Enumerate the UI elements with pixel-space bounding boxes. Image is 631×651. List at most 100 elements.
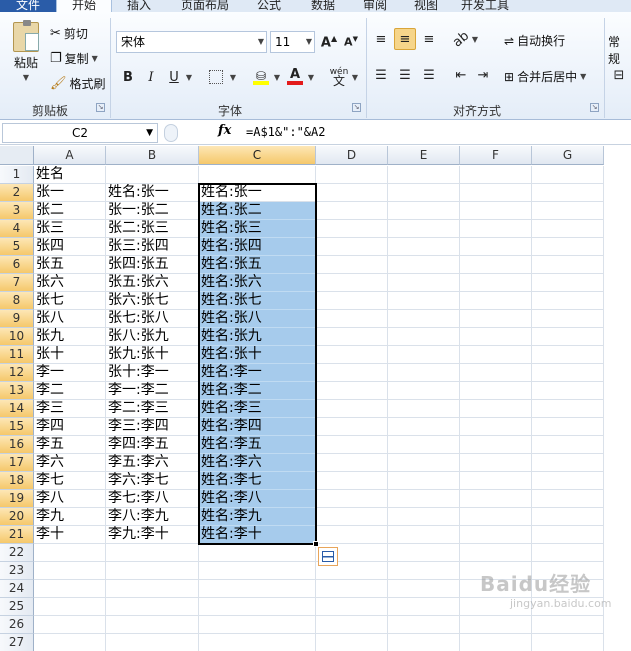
cell-b2[interactable]: 姓名:张一 xyxy=(106,184,199,202)
column-header-a[interactable]: A xyxy=(34,146,106,165)
paste-button[interactable]: 粘贴 ▼ xyxy=(8,20,44,82)
row-header-24[interactable]: 24 xyxy=(0,580,34,598)
align-center-button[interactable]: ☰ xyxy=(394,64,416,86)
cell-e8[interactable] xyxy=(388,292,460,310)
cell-b3[interactable]: 张一:张二 xyxy=(106,202,199,220)
cell-c12[interactable]: 姓名:李一 xyxy=(199,364,316,382)
cell-a22[interactable] xyxy=(34,544,106,562)
cell-g26[interactable] xyxy=(532,616,604,634)
cell-d13[interactable] xyxy=(316,382,388,400)
cell-e22[interactable] xyxy=(388,544,460,562)
cell-b21[interactable]: 李九:李十 xyxy=(106,526,199,544)
row-header-6[interactable]: 6 xyxy=(0,256,34,274)
cell-g8[interactable] xyxy=(532,292,604,310)
cell-e18[interactable] xyxy=(388,472,460,490)
cell-c16[interactable]: 姓名:李五 xyxy=(199,436,316,454)
fill-color-button[interactable]: ⛁ xyxy=(250,66,272,88)
cell-g20[interactable] xyxy=(532,508,604,526)
cell-c8[interactable]: 姓名:张七 xyxy=(199,292,316,310)
row-header-26[interactable]: 26 xyxy=(0,616,34,634)
cell-a19[interactable]: 李八 xyxy=(34,490,106,508)
cell-e27[interactable] xyxy=(388,634,460,651)
row-header-4[interactable]: 4 xyxy=(0,220,34,238)
cell-b24[interactable] xyxy=(106,580,199,598)
row-header-18[interactable]: 18 xyxy=(0,472,34,490)
font-color-button[interactable]: A xyxy=(284,66,306,88)
cell-c4[interactable]: 姓名:张三 xyxy=(199,220,316,238)
cell-a2[interactable]: 张一 xyxy=(34,184,106,202)
cell-e15[interactable] xyxy=(388,418,460,436)
cell-a4[interactable]: 张三 xyxy=(34,220,106,238)
cell-a6[interactable]: 张五 xyxy=(34,256,106,274)
wrap-text-button[interactable]: ⇌ 自动换行 xyxy=(504,32,565,49)
row-header-8[interactable]: 8 xyxy=(0,292,34,310)
cell-d14[interactable] xyxy=(316,400,388,418)
cell-g22[interactable] xyxy=(532,544,604,562)
row-header-17[interactable]: 17 xyxy=(0,454,34,472)
cell-c21[interactable]: 姓名:李十 xyxy=(199,526,316,544)
cell-c23[interactable] xyxy=(199,562,316,580)
cell-e1[interactable] xyxy=(388,166,460,184)
phonetic-dropdown[interactable]: ▼ xyxy=(350,66,360,88)
row-header-9[interactable]: 9 xyxy=(0,310,34,328)
format-painter-button[interactable]: 🖌 格式刷 xyxy=(50,75,106,92)
cell-d8[interactable] xyxy=(316,292,388,310)
cell-g18[interactable] xyxy=(532,472,604,490)
cell-e20[interactable] xyxy=(388,508,460,526)
cell-b19[interactable]: 李七:李八 xyxy=(106,490,199,508)
cell-f6[interactable] xyxy=(460,256,532,274)
cell-f27[interactable] xyxy=(460,634,532,651)
cell-g2[interactable] xyxy=(532,184,604,202)
cell-e5[interactable] xyxy=(388,238,460,256)
cell-f15[interactable] xyxy=(460,418,532,436)
orientation-dropdown[interactable]: ▼ xyxy=(470,28,480,50)
cell-c27[interactable] xyxy=(199,634,316,651)
cell-f20[interactable] xyxy=(460,508,532,526)
cell-g4[interactable] xyxy=(532,220,604,238)
cell-b7[interactable]: 张五:张六 xyxy=(106,274,199,292)
cell-e6[interactable] xyxy=(388,256,460,274)
cell-e17[interactable] xyxy=(388,454,460,472)
cell-d20[interactable] xyxy=(316,508,388,526)
cell-g16[interactable] xyxy=(532,436,604,454)
cell-f14[interactable] xyxy=(460,400,532,418)
cell-e21[interactable] xyxy=(388,526,460,544)
shrink-font-button[interactable]: A▼ xyxy=(340,31,362,53)
cell-c20[interactable]: 姓名:李九 xyxy=(199,508,316,526)
cell-f19[interactable] xyxy=(460,490,532,508)
cell-d26[interactable] xyxy=(316,616,388,634)
align-middle-button[interactable]: ≡ xyxy=(394,28,416,50)
row-header-7[interactable]: 7 xyxy=(0,274,34,292)
cell-b23[interactable] xyxy=(106,562,199,580)
cell-c22[interactable] xyxy=(199,544,316,562)
cell-g5[interactable] xyxy=(532,238,604,256)
cell-c9[interactable]: 姓名:张八 xyxy=(199,310,316,328)
cell-b5[interactable]: 张三:张四 xyxy=(106,238,199,256)
cell-d15[interactable] xyxy=(316,418,388,436)
copy-dropdown-icon[interactable]: ▼ xyxy=(92,54,98,63)
cell-f16[interactable] xyxy=(460,436,532,454)
cell-f9[interactable] xyxy=(460,310,532,328)
auto-fill-options-button[interactable] xyxy=(318,547,338,566)
cell-g7[interactable] xyxy=(532,274,604,292)
column-header-f[interactable]: F xyxy=(460,146,532,165)
cell-e4[interactable] xyxy=(388,220,460,238)
cell-f10[interactable] xyxy=(460,328,532,346)
tab-5[interactable]: 数据 xyxy=(300,0,346,12)
cell-f11[interactable] xyxy=(460,346,532,364)
cell-c6[interactable]: 姓名:张五 xyxy=(199,256,316,274)
cell-a9[interactable]: 张八 xyxy=(34,310,106,328)
cell-b1[interactable] xyxy=(106,166,199,184)
tab-8[interactable]: 开发工具 xyxy=(452,0,518,12)
tab-6[interactable]: 审阅 xyxy=(352,0,398,12)
column-header-c[interactable]: C xyxy=(199,146,316,165)
name-box[interactable]: C2 ▼ xyxy=(2,123,158,143)
cell-a25[interactable] xyxy=(34,598,106,616)
cell-c24[interactable] xyxy=(199,580,316,598)
cell-b4[interactable]: 张二:张三 xyxy=(106,220,199,238)
cell-d17[interactable] xyxy=(316,454,388,472)
cell-a15[interactable]: 李四 xyxy=(34,418,106,436)
cell-d11[interactable] xyxy=(316,346,388,364)
cell-c7[interactable]: 姓名:张六 xyxy=(199,274,316,292)
cell-a5[interactable]: 张四 xyxy=(34,238,106,256)
